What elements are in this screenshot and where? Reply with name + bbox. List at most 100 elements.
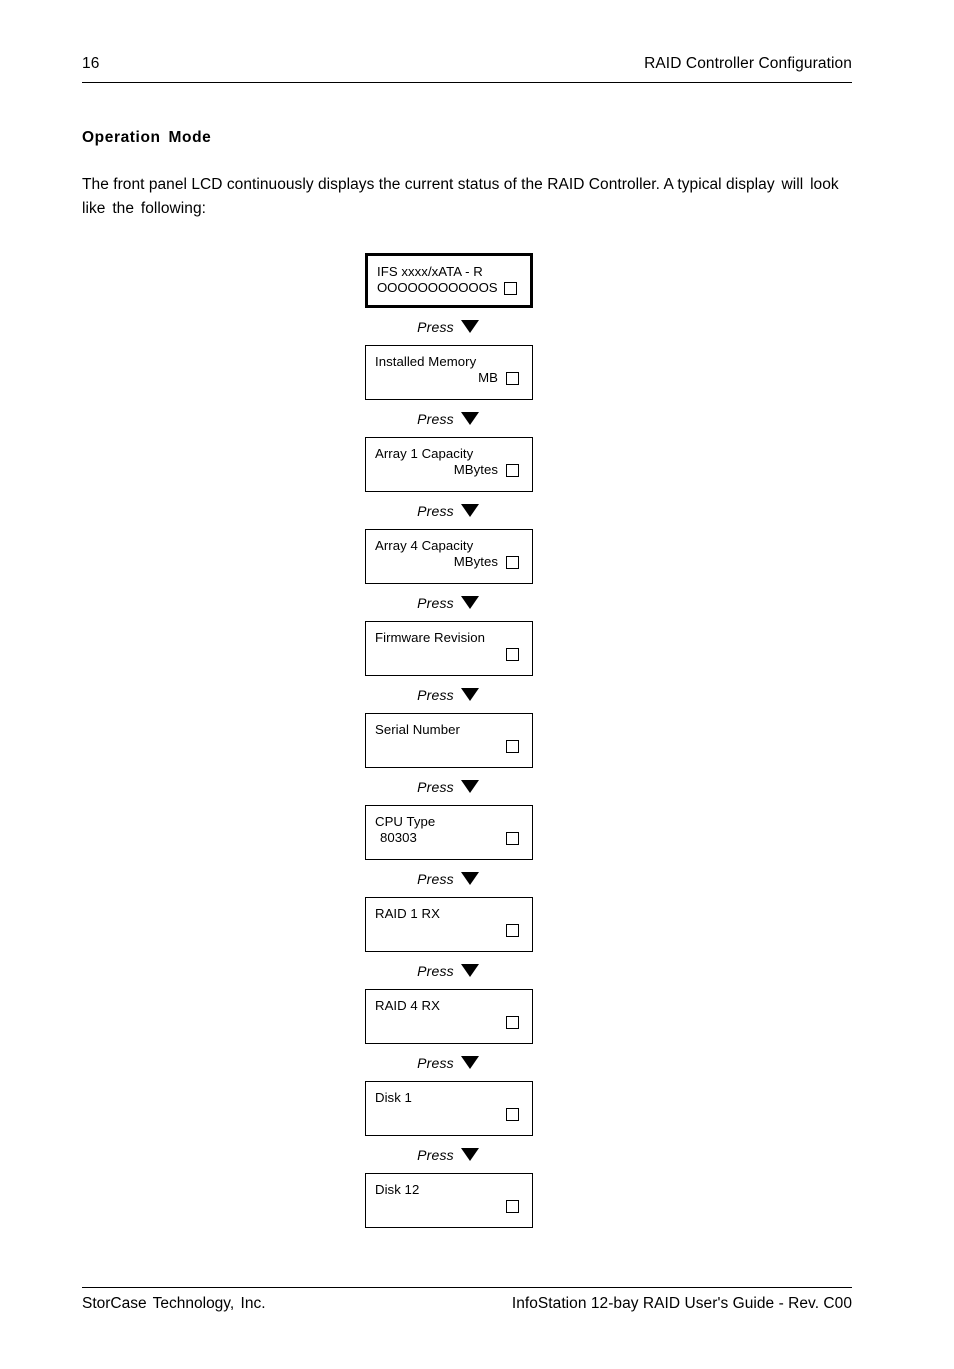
lcd-line-1: Disk 1 [375, 1090, 412, 1105]
lcd-flow-step: Disk 1 [365, 1081, 535, 1136]
square-outline-icon [506, 924, 519, 937]
lcd-flow-step: Firmware Revision [365, 621, 535, 676]
lcd-line-2: 80303 [380, 829, 417, 845]
press-down-connector: Press [365, 1044, 535, 1081]
square-outline-icon [506, 740, 519, 753]
intro-paragraph: The front panel LCD continuously display… [82, 173, 857, 221]
lcd-text-area: RAID 4 RX [375, 998, 502, 1014]
lcd-text-area: RAID 1 RX [375, 906, 502, 922]
lcd-flow-step: Serial Number [365, 713, 535, 768]
press-label: Press [417, 318, 454, 335]
triangle-down-icon [460, 504, 479, 517]
lcd-line-2: MBytes [453, 553, 498, 569]
lcd-line-1: Firmware Revision [375, 630, 486, 645]
press-label: Press [417, 686, 454, 703]
lcd-text-area: Installed Memory MB [375, 354, 502, 385]
page-header: 16 RAID Controller Configuration [82, 55, 852, 73]
lcd-line-1: RAID 4 RX [375, 998, 440, 1013]
press-label: Press [417, 410, 454, 427]
square-outline-icon [506, 556, 519, 569]
footer-company: StorCase Technology, Inc. [82, 1295, 266, 1312]
section-heading: Operation Mode [82, 129, 212, 146]
lcd-flow-step: Installed Memory MB [365, 345, 535, 400]
intro-line-1: The front panel LCD continuously display… [82, 176, 722, 193]
triangle-down-icon [460, 688, 479, 701]
page-number: 16 [82, 55, 100, 72]
square-outline-icon [506, 648, 519, 661]
triangle-down-icon [460, 964, 479, 977]
installed-memory-screen: Installed Memory MB [365, 345, 533, 400]
header-title: RAID Controller Configuration [644, 55, 852, 72]
square-outline-icon [506, 832, 519, 845]
square-outline-icon [506, 464, 519, 477]
lcd-line-1: Serial Number [375, 722, 460, 737]
square-outline-icon [506, 1200, 519, 1213]
lcd-text-area: Firmware Revision [375, 630, 502, 646]
press-down-connector: Press [365, 492, 535, 529]
lcd-line-1: IFS xxxx/xATA - R [377, 264, 483, 279]
lcd-flow-step: CPU Type 80303 [365, 805, 535, 860]
lcd-line-1: Disk 12 [375, 1182, 420, 1197]
triangle-down-icon [460, 1148, 479, 1161]
lcd-text-area: CPU Type 80303 [375, 814, 502, 845]
header-divider [82, 82, 852, 83]
press-label: Press [417, 1054, 454, 1071]
model-screen: IFS xxxx/xATA - R OOOOOOOOOOOS [365, 253, 533, 308]
press-label: Press [417, 962, 454, 979]
lcd-text-area: IFS xxxx/xATA - R OOOOOOOOOOOS [377, 264, 500, 295]
press-label: Press [417, 594, 454, 611]
page-footer: StorCase Technology, Inc. InfoStation 12… [82, 1295, 852, 1313]
lcd-text-area: Disk 1 [375, 1090, 502, 1106]
serial-number-screen: Serial Number [365, 713, 533, 768]
press-down-connector: Press [365, 308, 535, 345]
triangle-down-icon [460, 320, 479, 333]
disk-1-screen: Disk 1 [365, 1081, 533, 1136]
press-label: Press [417, 1146, 454, 1163]
square-outline-icon [506, 1016, 519, 1029]
lcd-text-area: Disk 12 [375, 1182, 502, 1198]
press-down-connector: Press [365, 952, 535, 989]
lcd-line-1: Array 1 Capacity [375, 446, 474, 461]
array-1-capacity-screen: Array 1 Capacity MBytes [365, 437, 533, 492]
lcd-flow-step: Array 4 Capacity MBytes [365, 529, 535, 584]
lcd-text-area: Array 1 Capacity MBytes [375, 446, 502, 477]
array-4-capacity-screen: Array 4 Capacity MBytes [365, 529, 533, 584]
footer-divider [82, 1287, 852, 1288]
square-outline-icon [506, 372, 519, 385]
lcd-text-area: Array 4 Capacity MBytes [375, 538, 502, 569]
footer-document-title: InfoStation 12-bay RAID User's Guide - R… [511, 1295, 852, 1312]
lcd-flow-step: Array 1 Capacity MBytes [365, 437, 535, 492]
raid-4-rx-screen: RAID 4 RX [365, 989, 533, 1044]
lcd-line-1: CPU Type [375, 814, 436, 829]
press-down-connector: Press [365, 400, 535, 437]
press-label: Press [417, 778, 454, 795]
lcd-text-area: Serial Number [375, 722, 502, 738]
lcd-line-2: OOOOOOOOOOOS [377, 279, 498, 295]
triangle-down-icon [460, 780, 479, 793]
press-down-connector: Press [365, 860, 535, 897]
triangle-down-icon [460, 1056, 479, 1069]
lcd-flow-step: RAID 4 RX [365, 989, 535, 1044]
lcd-sequence-diagram: IFS xxxx/xATA - R OOOOOOOOOOOS Press Instal… [365, 253, 535, 1228]
triangle-down-icon [460, 872, 479, 885]
triangle-down-icon [460, 412, 479, 425]
triangle-down-icon [460, 596, 479, 609]
disk-12-screen: Disk 12 [365, 1173, 533, 1228]
lcd-flow-step: IFS xxxx/xATA - R OOOOOOOOOOOS [365, 253, 535, 308]
square-outline-icon [506, 1108, 519, 1121]
raid-1-rx-screen: RAID 1 RX [365, 897, 533, 952]
document-page: 16 RAID Controller Configuration Operati… [0, 0, 954, 1369]
cpu-type-screen: CPU Type 80303 [365, 805, 533, 860]
square-outline-icon [504, 282, 517, 295]
lcd-line-2: MB [478, 369, 498, 385]
lcd-flow-step: Disk 12 [365, 1173, 535, 1228]
lcd-line-1: RAID 1 RX [375, 906, 440, 921]
press-down-connector: Press [365, 1136, 535, 1173]
lcd-line-1: Installed Memory [375, 354, 477, 369]
lcd-flow-step: RAID 1 RX [365, 897, 535, 952]
press-label: Press [417, 870, 454, 887]
press-down-connector: Press [365, 584, 535, 621]
lcd-line-1: Array 4 Capacity [375, 538, 474, 553]
press-down-connector: Press [365, 676, 535, 713]
press-down-connector: Press [365, 768, 535, 805]
